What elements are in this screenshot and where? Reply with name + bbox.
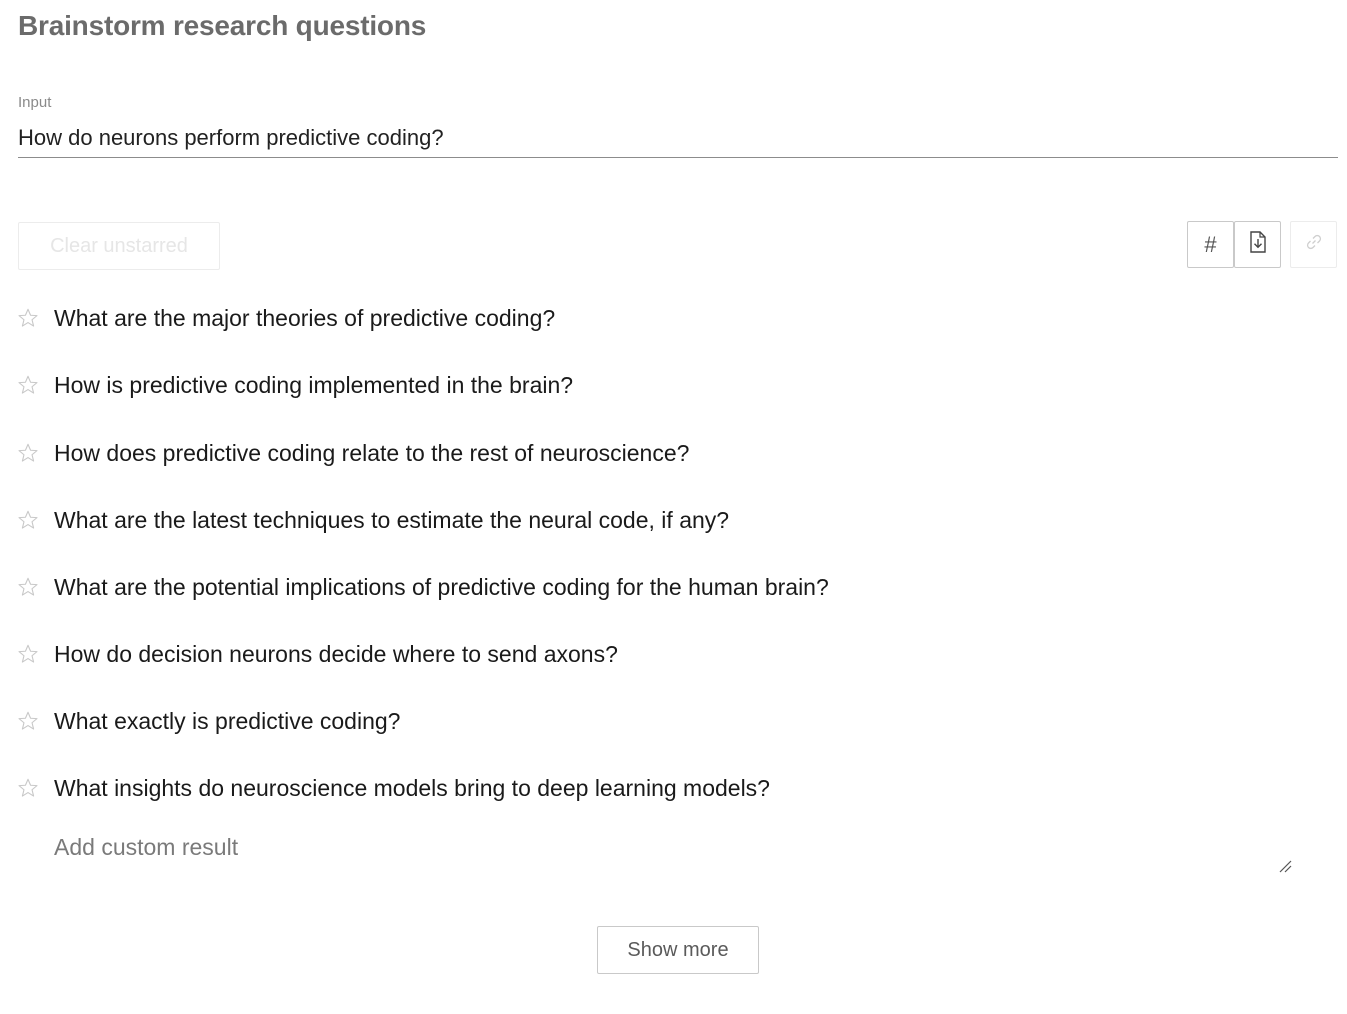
resize-handle-icon[interactable] bbox=[1277, 858, 1293, 874]
result-text: How does predictive coding relate to the… bbox=[54, 440, 690, 466]
result-item: What are the latest techniques to estima… bbox=[0, 500, 1347, 540]
result-item: How do decision neurons decide where to … bbox=[0, 634, 1347, 674]
star-icon[interactable] bbox=[17, 509, 39, 531]
star-icon[interactable] bbox=[17, 643, 39, 665]
result-text: What are the latest techniques to estima… bbox=[54, 507, 730, 533]
link-icon bbox=[1306, 234, 1322, 255]
star-icon[interactable] bbox=[17, 374, 39, 396]
star-icon[interactable] bbox=[17, 307, 39, 329]
page: Brainstorm research questions Input Clea… bbox=[0, 0, 1347, 1014]
hash-icon: # bbox=[1204, 231, 1217, 257]
result-item: What insights do neuroscience models bri… bbox=[0, 768, 1347, 808]
result-item: How does predictive coding relate to the… bbox=[0, 433, 1347, 473]
show-more-button[interactable]: Show more bbox=[597, 926, 759, 974]
input-label: Input bbox=[18, 94, 52, 111]
result-text: What are the major theories of predictiv… bbox=[54, 305, 556, 331]
result-item: What are the potential implications of p… bbox=[0, 567, 1347, 607]
star-icon[interactable] bbox=[17, 710, 39, 732]
star-icon[interactable] bbox=[17, 442, 39, 464]
custom-result-input[interactable] bbox=[54, 834, 1299, 876]
star-icon[interactable] bbox=[17, 777, 39, 799]
result-text: What exactly is predictive coding? bbox=[54, 708, 401, 734]
result-item: What are the major theories of predictiv… bbox=[0, 298, 1347, 338]
result-text: How do decision neurons decide where to … bbox=[54, 641, 618, 667]
query-input[interactable] bbox=[18, 118, 1338, 158]
result-text: What insights do neuroscience models bri… bbox=[54, 775, 770, 801]
result-text: How is predictive coding implemented in … bbox=[54, 372, 574, 398]
numbering-toggle-button[interactable]: # bbox=[1187, 221, 1234, 268]
page-title: Brainstorm research questions bbox=[18, 10, 427, 41]
result-item: How is predictive coding implemented in … bbox=[0, 365, 1347, 405]
clear-unstarred-button[interactable]: Clear unstarred bbox=[18, 222, 220, 270]
download-button[interactable] bbox=[1234, 221, 1281, 268]
result-item: What exactly is predictive coding? bbox=[0, 701, 1347, 741]
copy-link-button[interactable] bbox=[1290, 221, 1337, 268]
star-icon[interactable] bbox=[17, 576, 39, 598]
download-file-icon bbox=[1249, 231, 1267, 258]
result-text: What are the potential implications of p… bbox=[54, 574, 829, 600]
